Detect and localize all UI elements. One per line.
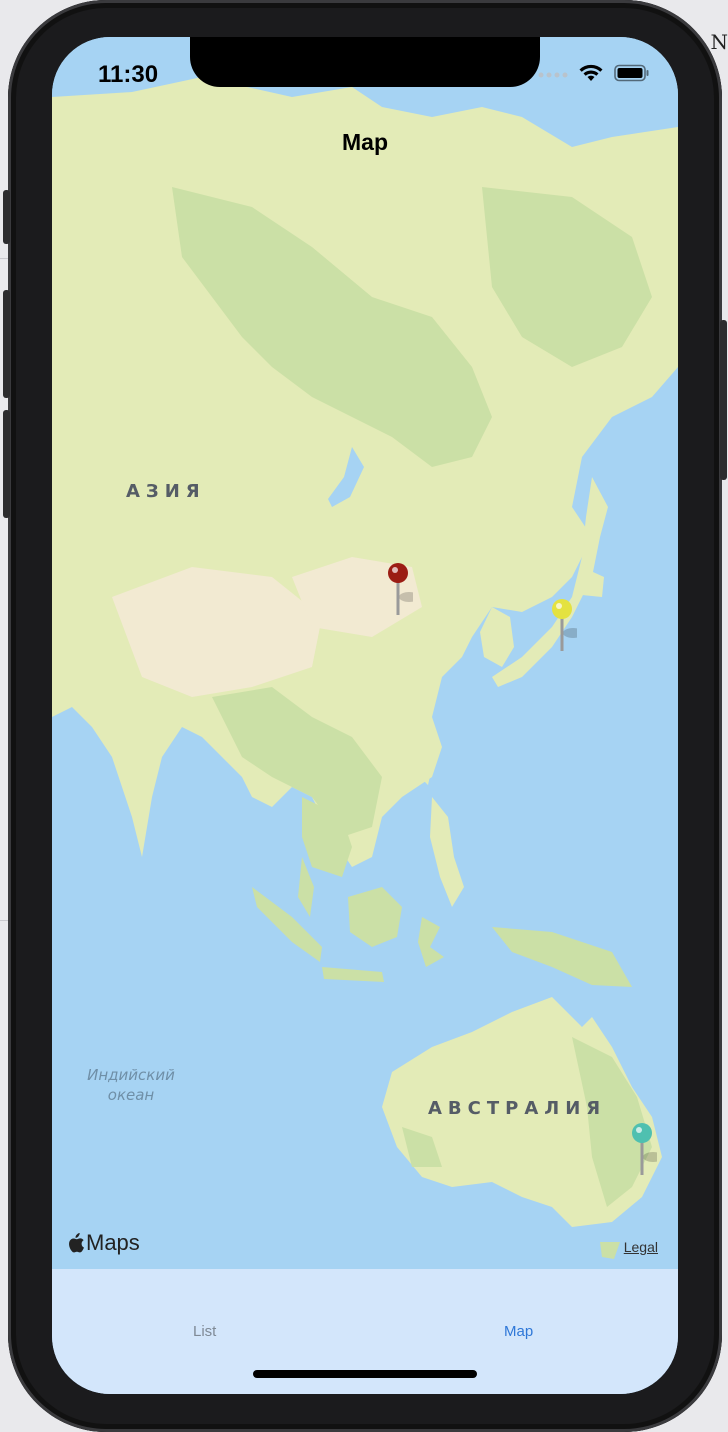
map-pin-teal[interactable]	[627, 1121, 657, 1181]
ocean-label: Индийский океан	[72, 1065, 190, 1105]
background-window-fragment: N	[710, 30, 728, 54]
map-pin-yellow[interactable]	[547, 597, 577, 657]
volume-up-button	[3, 290, 10, 398]
ocean-label-line2: океан	[107, 1086, 155, 1104]
continent-label-asia: АЗИЯ	[126, 481, 206, 502]
pin-shadow	[563, 628, 577, 638]
maps-brand-text: Maps	[86, 1230, 140, 1255]
legal-link[interactable]: Legal	[624, 1239, 658, 1255]
phone-screen: АЗИЯ АВСТРАЛИЯ Индийский океан Maps Lega…	[52, 37, 678, 1394]
maps-attribution: Maps	[66, 1230, 140, 1256]
continent-label-australia: АВСТРАЛИЯ	[428, 1098, 607, 1119]
pin-highlight	[556, 603, 562, 609]
pin-highlight	[392, 567, 398, 573]
battery-icon	[614, 64, 649, 82]
pin-shadow	[643, 1152, 657, 1162]
map-pin-red[interactable]	[383, 561, 413, 621]
pin-shadow	[399, 592, 413, 602]
silent-switch	[3, 190, 10, 244]
apple-logo-icon	[69, 1233, 84, 1253]
pin-head	[388, 563, 408, 583]
pin-highlight	[636, 1127, 642, 1133]
status-icons	[538, 63, 650, 83]
device-notch	[190, 37, 540, 87]
tab-map[interactable]: Map	[504, 1323, 533, 1340]
page-title: Map	[342, 129, 388, 155]
status-time: 11:30	[98, 61, 159, 88]
wifi-icon	[579, 64, 603, 81]
ocean-label-line1: Индийский	[87, 1066, 175, 1084]
home-indicator[interactable]	[253, 1370, 477, 1378]
power-button	[720, 320, 727, 480]
signal-icon	[538, 72, 568, 78]
volume-down-button	[3, 410, 10, 518]
pin-head	[632, 1123, 652, 1143]
tab-list[interactable]: List	[193, 1323, 216, 1340]
pin-head	[552, 599, 572, 619]
